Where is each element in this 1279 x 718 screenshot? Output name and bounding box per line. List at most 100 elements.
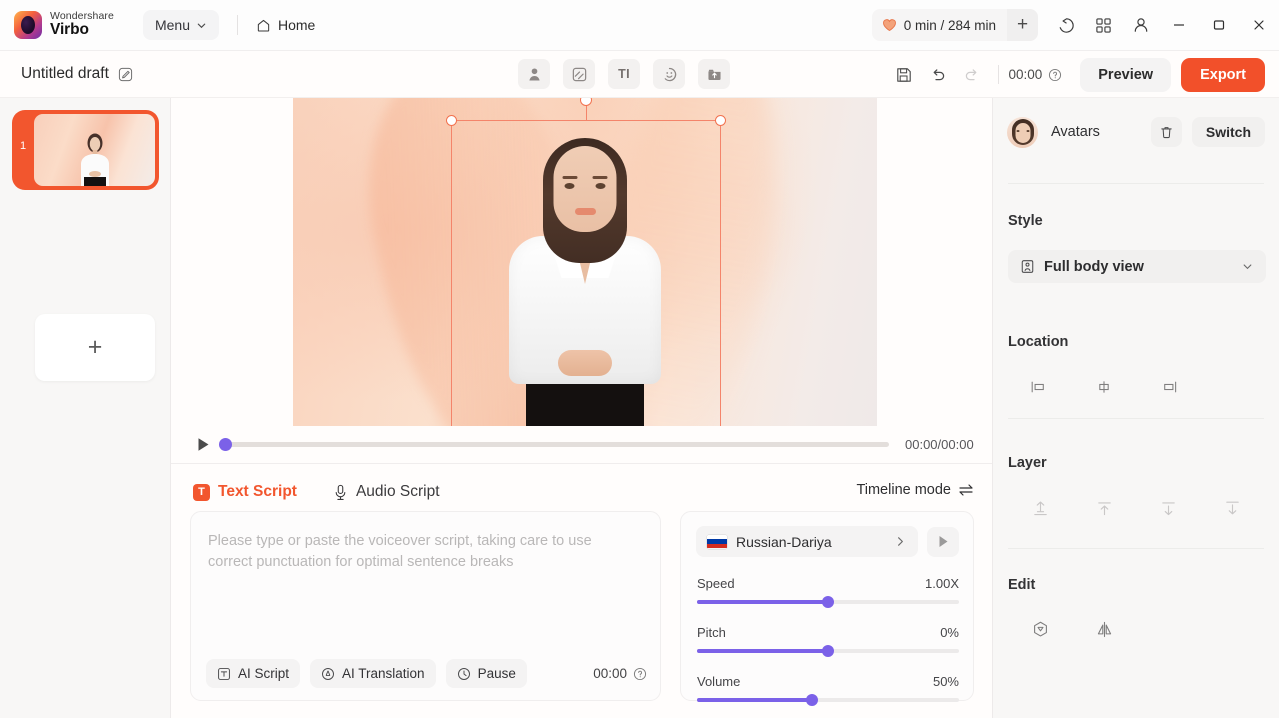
page-title: Untitled draft xyxy=(21,65,109,82)
credits-heart-icon xyxy=(882,18,897,32)
sticker-tool-icon[interactable] xyxy=(653,59,685,89)
titlebar-right-group: 0 min / 284 min + xyxy=(871,0,1279,51)
chevron-down-icon xyxy=(196,20,207,31)
send-backward-icon[interactable] xyxy=(1136,493,1200,523)
undo-icon[interactable] xyxy=(921,58,955,92)
redo-icon[interactable] xyxy=(955,58,989,92)
volume-slider-handle[interactable] xyxy=(806,694,819,706)
home-label: Home xyxy=(277,17,316,33)
selection-frame[interactable] xyxy=(446,98,726,426)
volume-slider-group: Volume 50% xyxy=(697,674,959,706)
voice-preview-button[interactable] xyxy=(927,526,959,557)
slide-preview-image xyxy=(34,114,155,186)
save-icon[interactable] xyxy=(887,58,921,92)
play-button[interactable] xyxy=(189,431,217,459)
duration-help-icon[interactable] xyxy=(1048,68,1062,82)
rotate-stem xyxy=(586,105,587,121)
credits-indicator[interactable]: 0 min / 284 min xyxy=(871,9,1007,41)
align-left-icon[interactable] xyxy=(1008,372,1072,402)
pitch-value: 0% xyxy=(940,625,959,640)
voice-selector[interactable]: Russian-Dariya xyxy=(696,526,918,557)
pause-button[interactable]: Pause xyxy=(445,659,527,688)
add-credits-button[interactable]: + xyxy=(1007,9,1038,41)
text-tool-icon[interactable]: TI xyxy=(608,59,640,89)
speed-slider-handle[interactable] xyxy=(822,596,834,608)
export-label: Export xyxy=(1200,66,1246,83)
layer-order-group xyxy=(1008,493,1264,523)
playback-scrubber[interactable] xyxy=(219,438,889,451)
script-input[interactable]: Please type or paste the voiceover scrip… xyxy=(208,531,638,573)
panel-divider-2 xyxy=(1008,418,1264,419)
script-panel: T Text Script Audio Script Timeline mode… xyxy=(171,464,992,718)
bring-to-front-icon[interactable] xyxy=(1008,493,1072,523)
panel-divider-3 xyxy=(1008,548,1264,549)
switch-avatar-button[interactable]: Switch xyxy=(1191,117,1265,147)
insert-tools-group: TI xyxy=(518,59,730,89)
send-to-back-icon[interactable] xyxy=(1200,493,1264,523)
mask-icon[interactable] xyxy=(1008,614,1072,644)
ai-script-button[interactable]: AI Script xyxy=(206,659,301,688)
pitch-slider[interactable] xyxy=(697,645,959,657)
panel-title: Avatars xyxy=(1051,124,1100,140)
resize-handle-top-right[interactable] xyxy=(715,115,726,126)
align-center-icon[interactable] xyxy=(1072,372,1136,402)
resize-handle-top-left[interactable] xyxy=(446,115,457,126)
tab-text-script-label: Text Script xyxy=(218,483,297,500)
tab-audio-script[interactable]: Audio Script xyxy=(333,483,440,501)
script-editor-card: Please type or paste the voiceover scrip… xyxy=(190,511,661,701)
user-account-icon[interactable] xyxy=(1122,7,1159,44)
edit-tools-group xyxy=(1008,614,1136,644)
avatar-tool-icon[interactable] xyxy=(518,59,550,89)
timeline-mode-label: Timeline mode xyxy=(856,482,951,498)
voice-name: Russian-Dariya xyxy=(736,533,832,550)
add-slide-button[interactable]: + xyxy=(35,314,155,381)
slide-thumbnail-1[interactable]: 1 xyxy=(14,112,157,188)
titlebar-divider xyxy=(236,15,238,35)
flip-horizontal-icon[interactable] xyxy=(1072,614,1136,644)
align-right-icon[interactable] xyxy=(1136,372,1200,402)
voice-select-row: Russian-Dariya xyxy=(696,526,959,557)
delete-avatar-button[interactable] xyxy=(1150,117,1182,147)
home-button[interactable]: Home xyxy=(256,17,315,33)
pitch-slider-handle[interactable] xyxy=(822,645,834,657)
pitch-slider-group: Pitch 0% xyxy=(697,625,959,657)
window-minimize-button[interactable] xyxy=(1159,0,1199,51)
text-tool-label: TI xyxy=(618,67,630,81)
location-align-group xyxy=(1008,372,1200,402)
background-tool-icon[interactable] xyxy=(563,59,595,89)
tab-text-script[interactable]: T Text Script xyxy=(193,483,297,501)
apps-grid-icon[interactable] xyxy=(1085,7,1122,44)
canvas-stage xyxy=(171,98,992,426)
upload-tool-icon[interactable] xyxy=(698,59,730,89)
chevron-right-icon xyxy=(894,535,907,548)
volume-slider[interactable] xyxy=(697,694,959,706)
export-button[interactable]: Export xyxy=(1181,57,1265,92)
bring-forward-icon[interactable] xyxy=(1072,493,1136,523)
menu-button[interactable]: Menu xyxy=(142,10,219,40)
timeline-mode-toggle[interactable]: Timeline mode xyxy=(856,482,974,498)
pitch-slider-fill xyxy=(697,649,828,653)
preview-button[interactable]: Preview xyxy=(1080,57,1172,92)
video-canvas[interactable] xyxy=(293,98,877,426)
script-duration-text: 00:00 xyxy=(593,666,627,681)
playback-scrubber-handle[interactable] xyxy=(219,438,232,451)
style-dropdown[interactable]: Full body view xyxy=(1008,250,1266,283)
body-view-icon xyxy=(1020,259,1035,274)
speed-slider-fill xyxy=(697,600,828,604)
history-icon[interactable] xyxy=(1048,7,1085,44)
ai-translation-button[interactable]: AI Translation xyxy=(310,659,436,688)
window-close-button[interactable] xyxy=(1239,0,1279,51)
volume-label: Volume xyxy=(697,674,741,689)
editor-actions-group: 00:00 Preview Export xyxy=(887,51,1265,98)
avatar-thumb-face xyxy=(1015,122,1030,143)
rename-draft-icon[interactable] xyxy=(118,67,133,82)
project-duration: 00:00 xyxy=(1008,67,1062,82)
menu-label: Menu xyxy=(154,17,190,33)
properties-panel: Avatars Switch Style Full body view Loca… xyxy=(992,98,1279,718)
style-section-title: Style xyxy=(1008,213,1043,229)
text-script-icon: T xyxy=(193,483,210,501)
script-help-icon[interactable] xyxy=(633,667,647,681)
window-maximize-button[interactable] xyxy=(1199,0,1239,51)
speed-slider[interactable] xyxy=(697,596,959,608)
speed-slider-group: Speed 1.00X xyxy=(697,576,959,608)
